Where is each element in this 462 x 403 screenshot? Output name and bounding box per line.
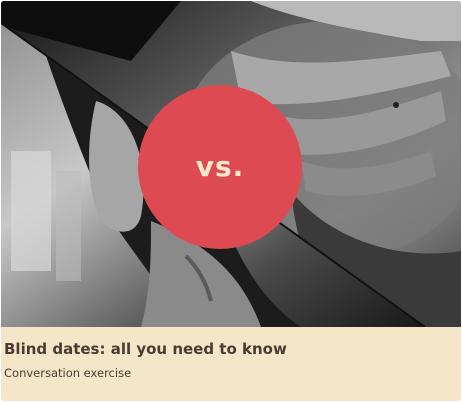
hero-image[interactable]: vs.: [1, 1, 461, 327]
versus-label: vs.: [195, 149, 245, 183]
card-subtitle: Conversation exercise: [4, 366, 132, 380]
versus-badge: vs.: [138, 85, 302, 249]
article-card[interactable]: vs. Blind dates: all you need to know Co…: [1, 1, 461, 401]
card-caption: Blind dates: all you need to know Conver…: [1, 327, 461, 401]
card-title[interactable]: Blind dates: all you need to know: [4, 340, 287, 358]
